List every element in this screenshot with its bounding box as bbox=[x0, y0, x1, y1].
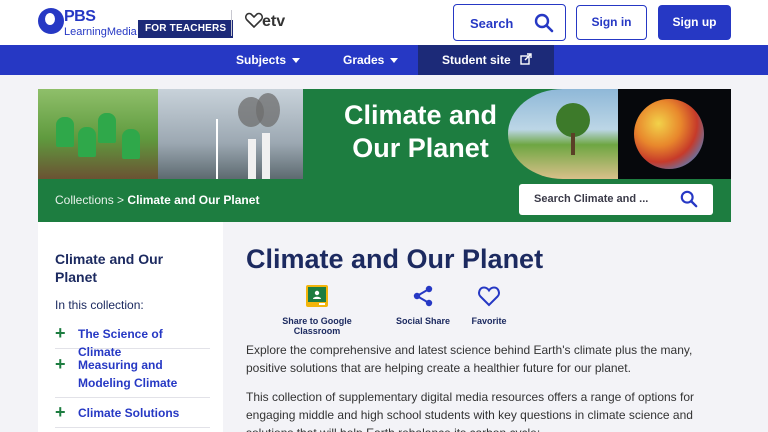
kids-planting-image bbox=[38, 89, 158, 179]
heart-icon bbox=[478, 286, 500, 307]
main-nav: Subjects Grades Student site bbox=[0, 45, 768, 75]
sidebar-item-measuring-modeling[interactable]: + Measuring and Modeling Climate bbox=[55, 354, 210, 398]
description-paragraph-2: This collection of supplementary digital… bbox=[246, 390, 695, 432]
nav-student-site[interactable]: Student site bbox=[418, 45, 554, 75]
search-button-label: Search bbox=[470, 16, 514, 31]
share-google-classroom-button[interactable]: Share to Google Classroom bbox=[259, 284, 375, 336]
plus-icon: + bbox=[55, 402, 66, 422]
search-icon bbox=[534, 13, 554, 33]
page-title: Climate and Our Planet bbox=[246, 244, 544, 274]
nav-grades[interactable]: Grades bbox=[343, 45, 399, 75]
breadcrumb: Collections > Climate and Our Planet bbox=[55, 193, 259, 207]
nav-subjects-label: Subjects bbox=[236, 53, 287, 67]
partner-logo[interactable]: etv bbox=[262, 13, 285, 31]
sidebar-item-climate-solutions[interactable]: + Climate Solutions bbox=[55, 402, 210, 428]
share-icon bbox=[413, 285, 433, 307]
banner-title-line1: Climate and bbox=[343, 100, 498, 130]
banner-title: Climate and Our Planet bbox=[308, 99, 533, 165]
nav-student-site-label: Student site bbox=[442, 53, 511, 67]
collection-banner: Climate and Our Planet bbox=[38, 89, 731, 179]
nav-grades-label: Grades bbox=[343, 53, 385, 67]
sidebar-subtitle: In this collection: bbox=[55, 298, 144, 312]
collection-sidebar: Climate and Our Planet In this collectio… bbox=[38, 222, 223, 432]
collection-search-placeholder: Search Climate and ... bbox=[534, 193, 649, 205]
collection-toolbar: Collections > Climate and Our Planet Sea… bbox=[38, 179, 731, 222]
earth-heatmap-image bbox=[618, 89, 731, 179]
banner-title-line2: Our Planet bbox=[352, 133, 489, 163]
nav-subjects[interactable]: Subjects bbox=[236, 45, 301, 75]
breadcrumb-current: Climate and Our Planet bbox=[127, 193, 260, 207]
breadcrumb-separator: > bbox=[117, 193, 125, 207]
sidebar-item-science-of-climate[interactable]: + The Science of Climate bbox=[55, 323, 210, 359]
description-paragraph-1: Explore the comprehensive and latest sci… bbox=[246, 343, 693, 375]
breadcrumb-collections-link[interactable]: Collections bbox=[55, 193, 114, 207]
logo-subtitle: LearningMedia bbox=[64, 26, 137, 38]
google-classroom-icon bbox=[306, 285, 328, 307]
plus-icon: + bbox=[55, 323, 66, 343]
globe-icon bbox=[634, 99, 704, 169]
chevron-down-icon bbox=[292, 58, 301, 64]
nav-student-site-inner: Student site bbox=[442, 45, 532, 75]
plus-icon: + bbox=[55, 354, 66, 374]
favorite-label: Favorite bbox=[471, 316, 507, 326]
etv-heart-icon bbox=[245, 12, 263, 28]
header-divider bbox=[231, 10, 232, 36]
sidebar-item-label: Climate Solutions bbox=[78, 406, 180, 420]
sidebar-title: Climate and Our Planet bbox=[55, 251, 164, 285]
audience-badge: FOR TEACHERS bbox=[138, 20, 234, 38]
search-button[interactable]: Search bbox=[453, 4, 566, 41]
sign-in-button[interactable]: Sign in bbox=[576, 5, 647, 40]
pbs-head-icon bbox=[38, 8, 64, 34]
tree-landscape-image bbox=[508, 89, 618, 179]
top-header: PBS LearningMedia FOR TEACHERS etv Searc… bbox=[0, 0, 768, 45]
sign-up-button[interactable]: Sign up bbox=[658, 5, 731, 40]
logo-brand: PBS bbox=[64, 8, 96, 25]
search-icon[interactable] bbox=[680, 190, 698, 208]
external-link-icon bbox=[520, 53, 532, 65]
collection-main: Climate and Our Planet Share to Google C… bbox=[223, 222, 731, 432]
favorite-button[interactable]: Favorite bbox=[467, 284, 511, 326]
collection-search-field[interactable]: Search Climate and ... bbox=[519, 184, 713, 215]
social-share-label: Social Share bbox=[395, 316, 451, 326]
sidebar-item-label: Measuring and Modeling Climate bbox=[78, 358, 178, 390]
factory-turbine-image bbox=[158, 89, 303, 179]
social-share-button[interactable]: Social Share bbox=[393, 284, 453, 326]
google-classroom-label: Share to Google Classroom bbox=[282, 316, 352, 336]
chevron-down-icon bbox=[390, 58, 399, 64]
